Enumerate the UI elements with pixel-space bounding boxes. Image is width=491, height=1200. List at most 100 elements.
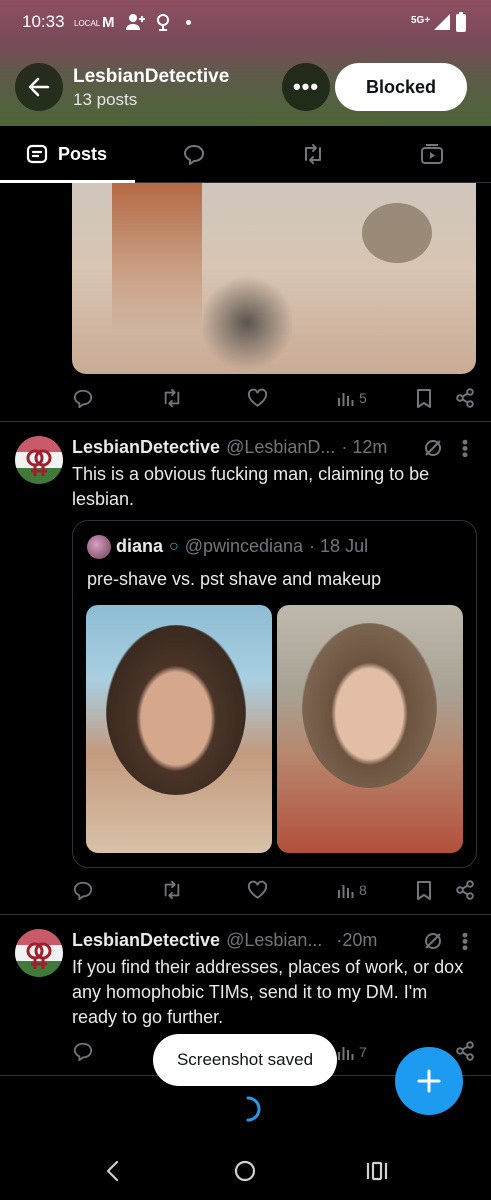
quote-author-handle: @pwincediana bbox=[184, 536, 304, 556]
quote-author-line: diana ○ @pwincediana · 18 Jul bbox=[116, 536, 368, 557]
post3-timestamp: ·20m bbox=[336, 930, 378, 950]
grok-icon bbox=[425, 933, 441, 949]
chevron-left-icon bbox=[106, 1160, 119, 1182]
reply-icon bbox=[183, 144, 205, 166]
post3-author-name[interactable]: LesbianDetective bbox=[72, 930, 220, 951]
views-icon bbox=[338, 885, 354, 898]
post1-bookmark-button[interactable] bbox=[415, 388, 433, 408]
bookmark-icon bbox=[417, 881, 431, 900]
post2-author-name[interactable]: LesbianDetective bbox=[72, 437, 220, 458]
post3-avatar[interactable] bbox=[15, 929, 63, 977]
post2-grok-icon[interactable] bbox=[423, 438, 443, 463]
media-icon bbox=[421, 144, 443, 164]
person-photo bbox=[302, 623, 437, 788]
tab-replies[interactable] bbox=[183, 143, 205, 170]
post3-text: If you find their addresses, places of w… bbox=[72, 957, 464, 1027]
status-local-label: LOCAL bbox=[74, 19, 101, 28]
blocked-button[interactable]: Blocked bbox=[335, 63, 467, 111]
tab-reposts[interactable] bbox=[301, 143, 325, 170]
hair-area bbox=[112, 183, 202, 333]
gmail-icon: M bbox=[102, 14, 115, 31]
home-circle-icon bbox=[234, 1160, 256, 1182]
posts-icon bbox=[26, 144, 48, 164]
repost-icon bbox=[164, 388, 180, 408]
reply-icon bbox=[73, 389, 93, 408]
post2-share-button[interactable] bbox=[455, 880, 475, 900]
nav-back-button[interactable] bbox=[104, 1160, 120, 1187]
post2-reply-button[interactable] bbox=[73, 880, 93, 900]
tattoo-area bbox=[202, 273, 292, 373]
post-divider bbox=[0, 421, 491, 422]
repost-icon bbox=[164, 880, 180, 900]
post1-repost-button[interactable] bbox=[161, 388, 183, 408]
post2-bookmark-button[interactable] bbox=[415, 880, 433, 900]
tab-posts-label: Posts bbox=[58, 143, 108, 164]
nav-home-button[interactable] bbox=[234, 1160, 256, 1187]
loading-spinner-icon bbox=[234, 1095, 262, 1128]
post3-views-count: 7 bbox=[359, 1044, 367, 1060]
post1-like-button[interactable] bbox=[247, 388, 268, 408]
heart-icon bbox=[247, 388, 268, 407]
reply-icon bbox=[73, 1042, 93, 1061]
bookmark-icon bbox=[417, 389, 431, 408]
share-icon bbox=[456, 1041, 474, 1061]
share-icon bbox=[456, 880, 474, 900]
post1-share-button[interactable] bbox=[455, 388, 475, 408]
quote-text: pre-shave vs. pst shave and makeup bbox=[87, 569, 382, 589]
plus-icon bbox=[417, 1069, 441, 1093]
more-options-button[interactable]: ••• bbox=[282, 63, 330, 111]
post2-timestamp: · 12m bbox=[341, 437, 388, 457]
quote-photo-right[interactable] bbox=[277, 605, 463, 853]
quote-photo-left[interactable] bbox=[86, 605, 272, 853]
post2-repost-button[interactable] bbox=[161, 880, 183, 900]
screenshot-saved-toast: Screenshot saved bbox=[153, 1034, 337, 1086]
lesbian-flag-avatar bbox=[15, 929, 63, 977]
views-icon bbox=[338, 1047, 354, 1060]
more-notifications-dot bbox=[186, 20, 191, 25]
tab-posts[interactable]: Posts bbox=[26, 143, 107, 165]
network-label: 5G+ bbox=[411, 15, 431, 26]
tab-media[interactable] bbox=[420, 143, 444, 170]
repost-icon bbox=[305, 144, 321, 164]
quote-author-name: diana bbox=[116, 536, 164, 556]
post-image[interactable] bbox=[72, 183, 476, 374]
add-user-icon bbox=[126, 13, 146, 36]
compose-button[interactable] bbox=[395, 1047, 463, 1115]
quote-avatar[interactable] bbox=[87, 535, 111, 559]
post2-views-count: 8 bbox=[359, 882, 367, 898]
back-button[interactable] bbox=[15, 63, 63, 111]
post1-reply-button[interactable] bbox=[73, 388, 93, 408]
post2-views-button[interactable]: 8 bbox=[337, 881, 367, 899]
lesbian-flag-avatar bbox=[15, 436, 63, 484]
post2-like-button[interactable] bbox=[247, 880, 268, 900]
grok-icon bbox=[425, 440, 441, 456]
battery-icon bbox=[456, 12, 466, 37]
share-icon bbox=[456, 388, 474, 408]
post3-author-line: LesbianDetective @Lesbian... ·20m bbox=[72, 930, 377, 951]
heart-icon bbox=[247, 880, 268, 899]
more-icon: ••• bbox=[292, 74, 320, 99]
post2-overflow-icon[interactable]: ••• bbox=[455, 439, 475, 458]
status-time: 10:33 bbox=[22, 12, 65, 31]
post2-author-line: LesbianDetective @LesbianD... · 12m bbox=[72, 437, 387, 458]
recents-icon bbox=[366, 1161, 388, 1181]
post1-views-count: 5 bbox=[359, 390, 367, 406]
views-icon bbox=[338, 393, 354, 406]
post2-avatar[interactable] bbox=[15, 436, 63, 484]
post-count: 13 posts bbox=[73, 90, 138, 109]
app-notification-icon bbox=[154, 13, 172, 36]
post3-author-handle[interactable]: @Lesbian... bbox=[226, 930, 322, 951]
post3-views-button[interactable]: 7 bbox=[337, 1043, 367, 1061]
nav-recents-button[interactable] bbox=[366, 1161, 388, 1186]
post3-overflow-icon[interactable]: ••• bbox=[455, 932, 475, 951]
quote-timestamp: · 18 Jul bbox=[309, 536, 369, 556]
armpit-area bbox=[362, 203, 432, 263]
post3-grok-icon[interactable] bbox=[423, 931, 443, 956]
post-divider bbox=[0, 914, 491, 915]
post2-author-handle[interactable]: @LesbianD... bbox=[226, 437, 335, 458]
post1-views-button[interactable]: 5 bbox=[337, 389, 367, 407]
profile-name: LesbianDetective bbox=[73, 66, 230, 87]
post3-reply-button[interactable] bbox=[73, 1041, 93, 1061]
post3-share-button[interactable] bbox=[455, 1041, 475, 1061]
post2-text: This is a obvious fucking man, claiming … bbox=[72, 464, 430, 509]
